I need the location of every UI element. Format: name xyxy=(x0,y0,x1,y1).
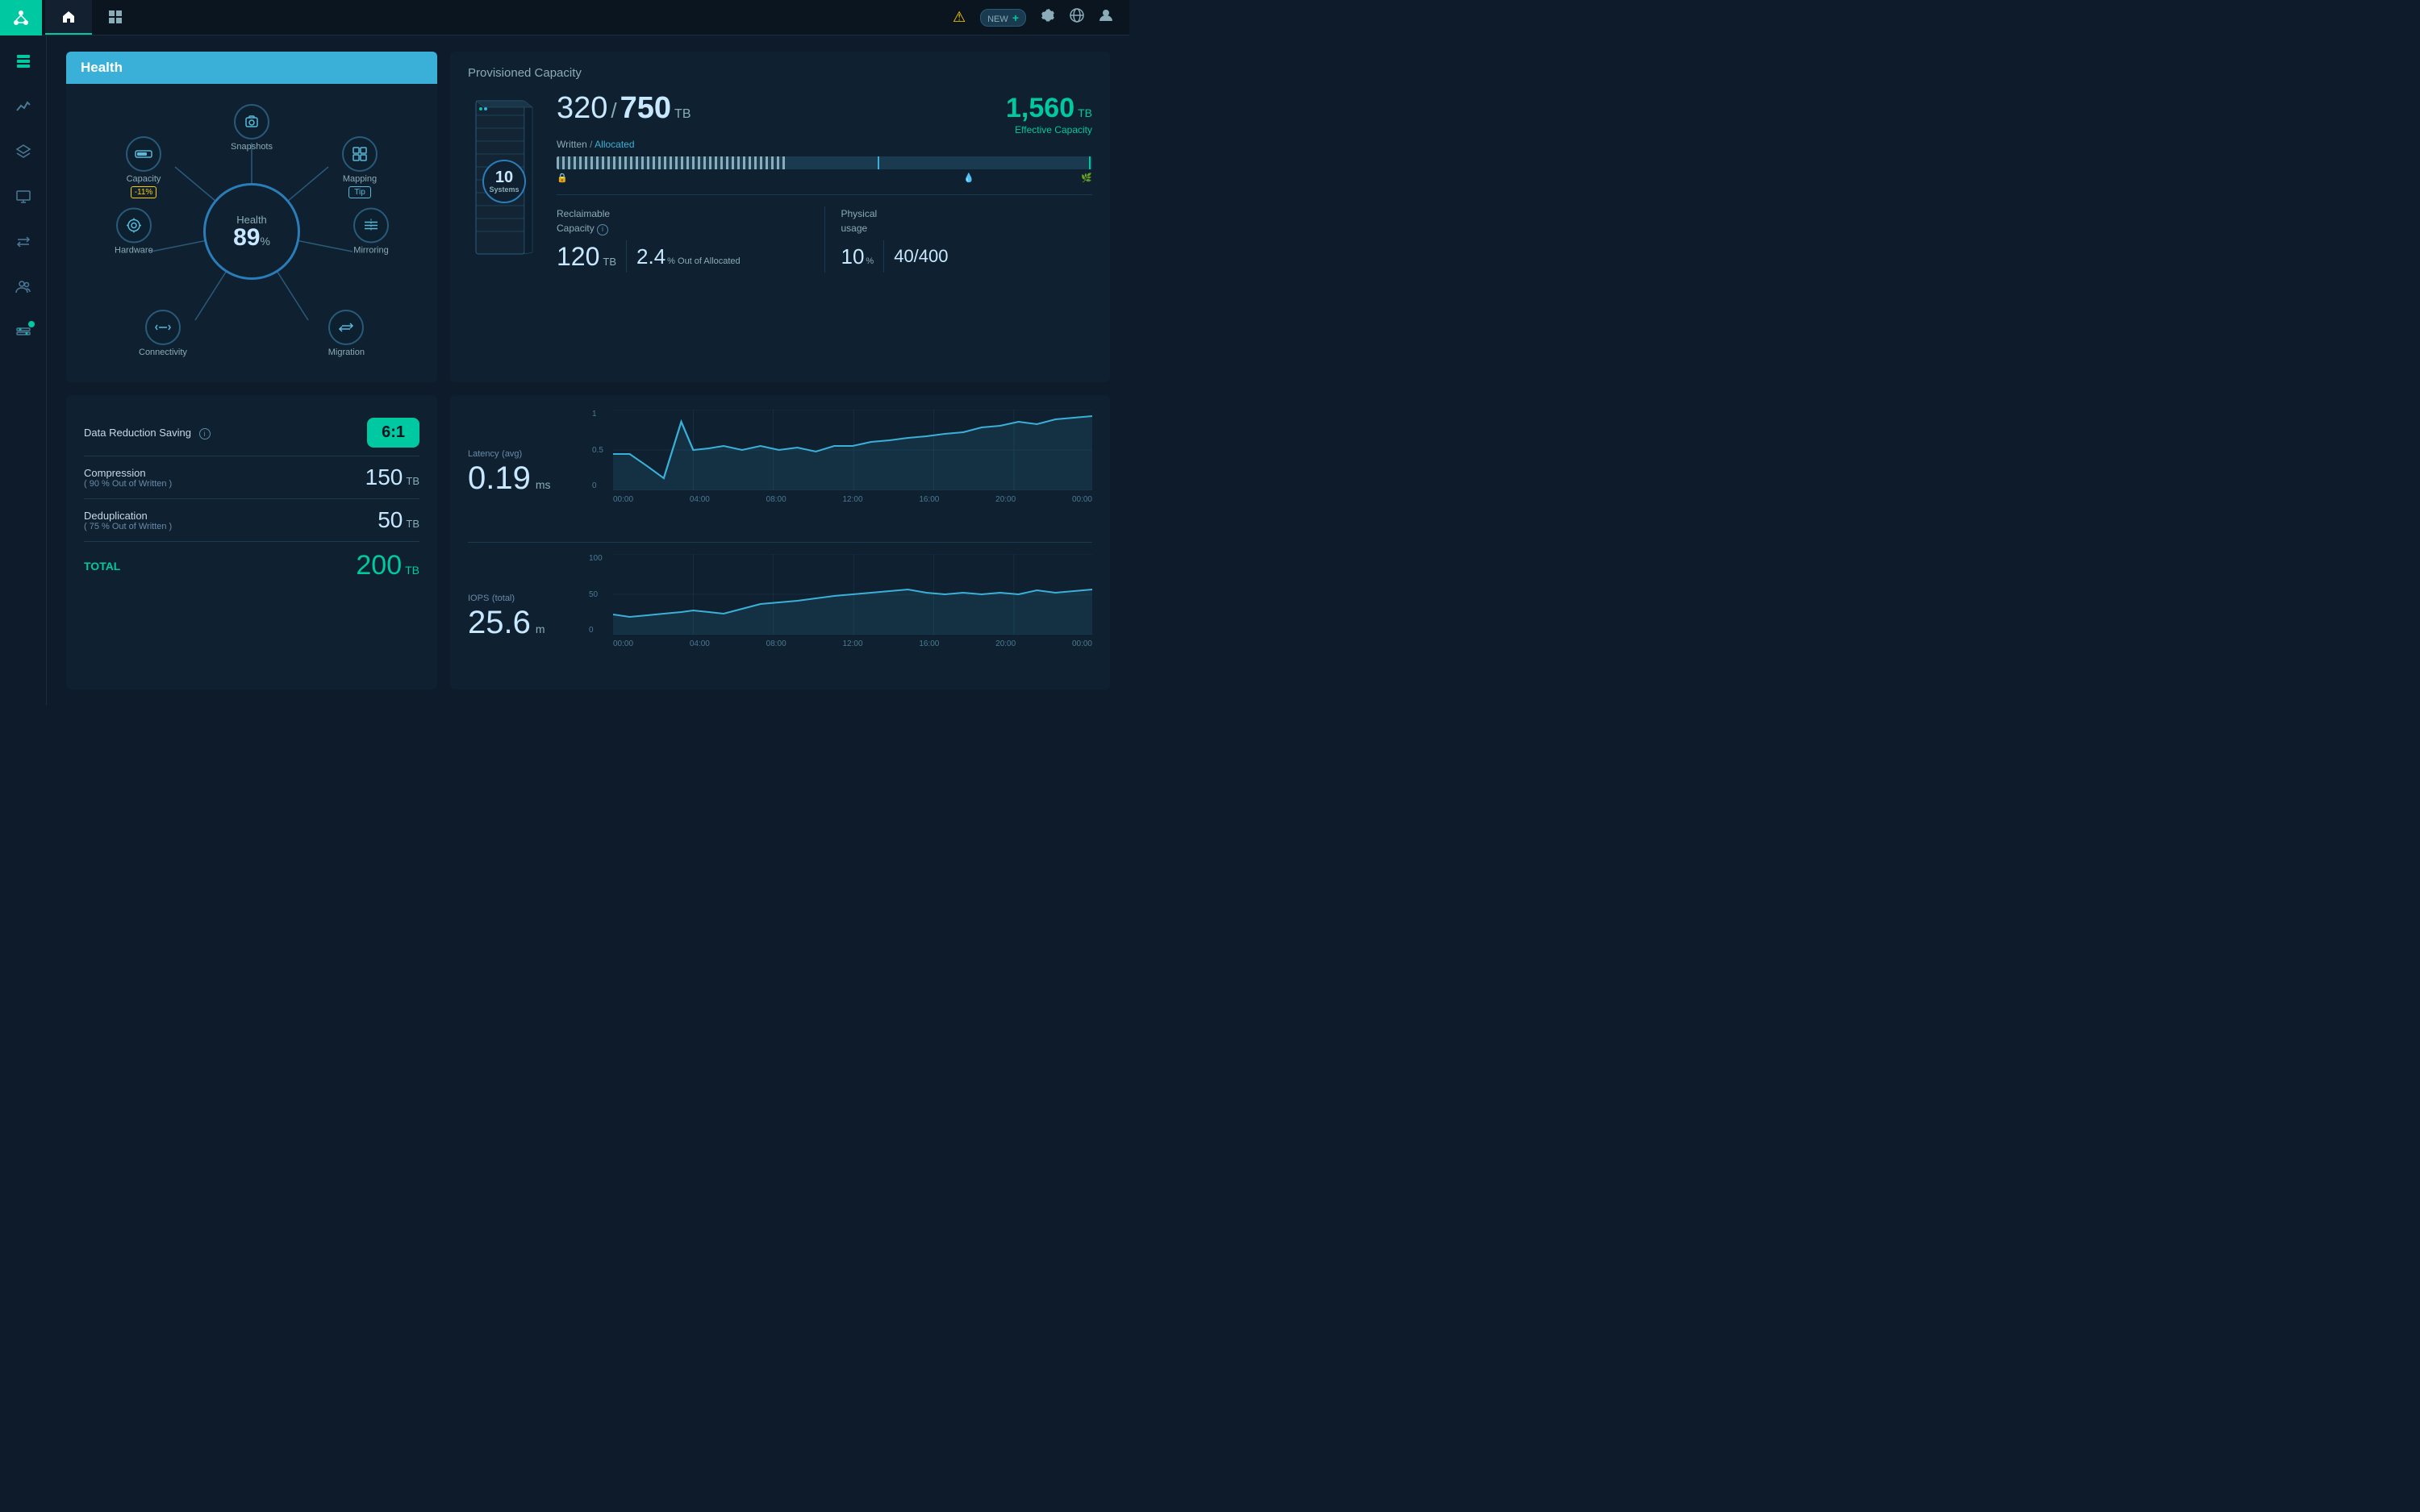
sidebar-item-migration[interactable] xyxy=(9,227,38,256)
health-diagram: Health 89 % Snapshots xyxy=(115,102,389,360)
latency-label-area: Latency (avg) 0.19 ms xyxy=(468,447,597,494)
node-capacity[interactable]: Capacity -11% xyxy=(126,136,161,198)
node-migration[interactable]: Migration xyxy=(328,310,365,357)
server-visual: 10 Systems xyxy=(468,93,540,270)
sidebar-item-storage[interactable] xyxy=(9,47,38,76)
main-content: Health xyxy=(47,35,1129,706)
sidebar-item-users[interactable] xyxy=(9,273,38,302)
sidebar-item-settings[interactable] xyxy=(9,318,38,347)
data-reduction-info-icon[interactable]: i xyxy=(199,428,211,439)
node-connectivity[interactable]: Connectivity xyxy=(139,310,187,357)
health-body: Health 89 % Snapshots xyxy=(66,84,437,379)
top-row: Health xyxy=(66,52,1110,382)
systems-badge: 10 Systems xyxy=(482,160,526,203)
user-icon[interactable] xyxy=(1099,8,1113,27)
sidebar-item-monitor[interactable] xyxy=(9,182,38,211)
iops-label-area: IOPS (total) 25.6 m xyxy=(468,591,597,639)
node-snapshots[interactable]: Snapshots xyxy=(231,104,273,152)
layout: Health xyxy=(0,35,1129,706)
new-badge[interactable]: NEW + xyxy=(980,9,1026,27)
latency-chart: 1 0.5 0 xyxy=(613,410,1092,531)
bottom-row: Data Reduction Saving i 6:1 Compression … xyxy=(66,395,1110,689)
capacity-title: Provisioned Capacity xyxy=(468,66,1092,80)
performance-panels: Latency (avg) 0.19 ms 1 0.5 xyxy=(450,395,1110,689)
top-nav: ⚠ NEW + xyxy=(0,0,1129,35)
tab-home[interactable] xyxy=(45,0,92,35)
capacity-panel: Provisioned Capacity xyxy=(450,52,1110,382)
sidebar xyxy=(0,35,47,706)
health-center: Health 89 % xyxy=(203,183,300,280)
top-nav-tabs xyxy=(45,0,139,35)
capacity-stats: 320 / 750 TB 1,560 TB Effective Ca xyxy=(557,93,1092,273)
physical-usage-card: Physicalusage 10 % 40/400 xyxy=(841,206,1093,273)
iops-chart: 100 50 0 xyxy=(613,554,1092,675)
health-panel: Health xyxy=(66,52,437,382)
capacity-top: 10 Systems 320 / 750 TB xyxy=(468,93,1092,273)
reclaimable-info-icon[interactable]: i xyxy=(597,224,608,235)
settings-icon[interactable] xyxy=(1041,8,1055,27)
sidebar-item-analytics[interactable] xyxy=(9,92,38,121)
node-mirroring[interactable]: Mirroring xyxy=(353,208,389,256)
logo[interactable] xyxy=(0,0,42,35)
total-row: TOTAL 200 TB xyxy=(84,542,419,589)
data-reduction-badge: 6:1 xyxy=(367,418,419,448)
globe-icon[interactable] xyxy=(1070,8,1084,27)
sidebar-item-layers[interactable] xyxy=(9,137,38,166)
sidebar-badge xyxy=(28,321,35,327)
top-nav-right: ⚠ NEW + xyxy=(953,8,1129,27)
node-hardware[interactable]: Hardware xyxy=(115,208,153,256)
latency-panel: Latency (avg) 0.19 ms 1 0.5 xyxy=(468,410,1092,531)
health-header: Health xyxy=(66,52,437,84)
tab-grid[interactable] xyxy=(92,0,139,35)
reclaimable-card: ReclaimableCapacity i 120 TB xyxy=(557,206,808,273)
alert-icon[interactable]: ⚠ xyxy=(953,9,966,26)
compression-row: Compression ( 90 % Out of Written ) 150 … xyxy=(84,456,419,499)
data-reduction-row: Data Reduction Saving i 6:1 xyxy=(84,410,419,456)
deduplication-row: Deduplication ( 75 % Out of Written ) 50… xyxy=(84,499,419,542)
iops-panel: IOPS (total) 25.6 m 100 50 xyxy=(468,542,1092,675)
node-mapping[interactable]: Mapping Tip xyxy=(342,136,378,198)
savings-panel: Data Reduction Saving i 6:1 Compression … xyxy=(66,395,437,689)
